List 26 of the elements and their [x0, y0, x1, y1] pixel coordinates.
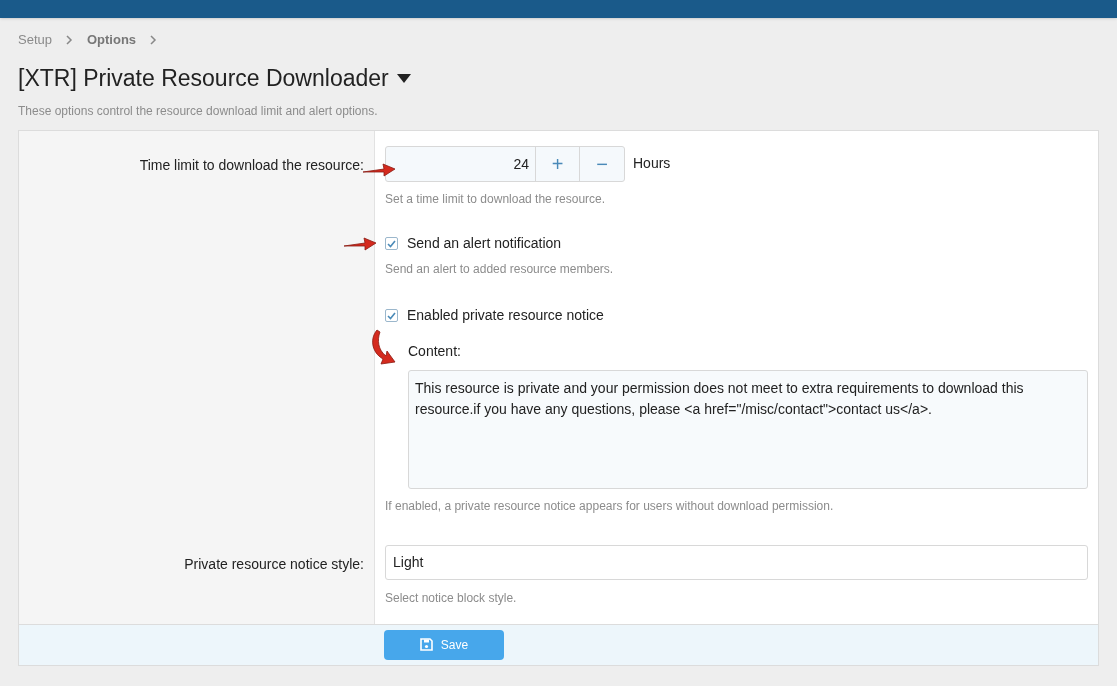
content-textarea[interactable]: This resource is private and your permission does not meet to extra requirements to download this resource.if you have any questions, please <a href="/misc/contact">contact us</a>.: [408, 369, 1088, 489]
checkbox[interactable]: [385, 309, 398, 322]
page-title: [XTR] Private Resource Downloader: [18, 64, 389, 93]
number-spinbox[interactable]: 24 + −: [385, 145, 625, 182]
field-hint: If enabled, a private resource notice appears for users without download permission.: [385, 497, 835, 515]
style-select[interactable]: Light: [385, 544, 1088, 580]
checkbox-label[interactable]: Send an alert notification: [407, 233, 562, 254]
pointer-arrow-icon: [362, 160, 396, 177]
field-hint: Send an alert to added resource members.: [385, 260, 615, 278]
chevron-right-icon: [66, 35, 73, 45]
checkbox[interactable]: [385, 237, 398, 250]
content-label: Content:: [408, 341, 462, 361]
units-label: Hours: [633, 154, 671, 173]
increment-button[interactable]: +: [535, 146, 579, 181]
field-hint: Select notice block style.: [385, 589, 518, 607]
caret-icon[interactable]: [396, 73, 411, 83]
field-label: Private resource notice style:: [184, 555, 364, 572]
decrement-button[interactable]: −: [579, 146, 624, 181]
page-description: These options control the resource download limit and alert options.: [18, 102, 379, 120]
pointer-arrow-icon: [343, 234, 377, 251]
breadcrumb-link[interactable]: Options: [87, 30, 137, 50]
chevron-right-icon: [150, 35, 158, 45]
field-label: Time limit to download the resource:: [139, 156, 364, 173]
checkbox-label[interactable]: Enabled private resource notice: [407, 305, 604, 326]
field-hint: Set a time limit to download the resource.: [385, 190, 607, 208]
number-value: 24: [512, 154, 530, 174]
